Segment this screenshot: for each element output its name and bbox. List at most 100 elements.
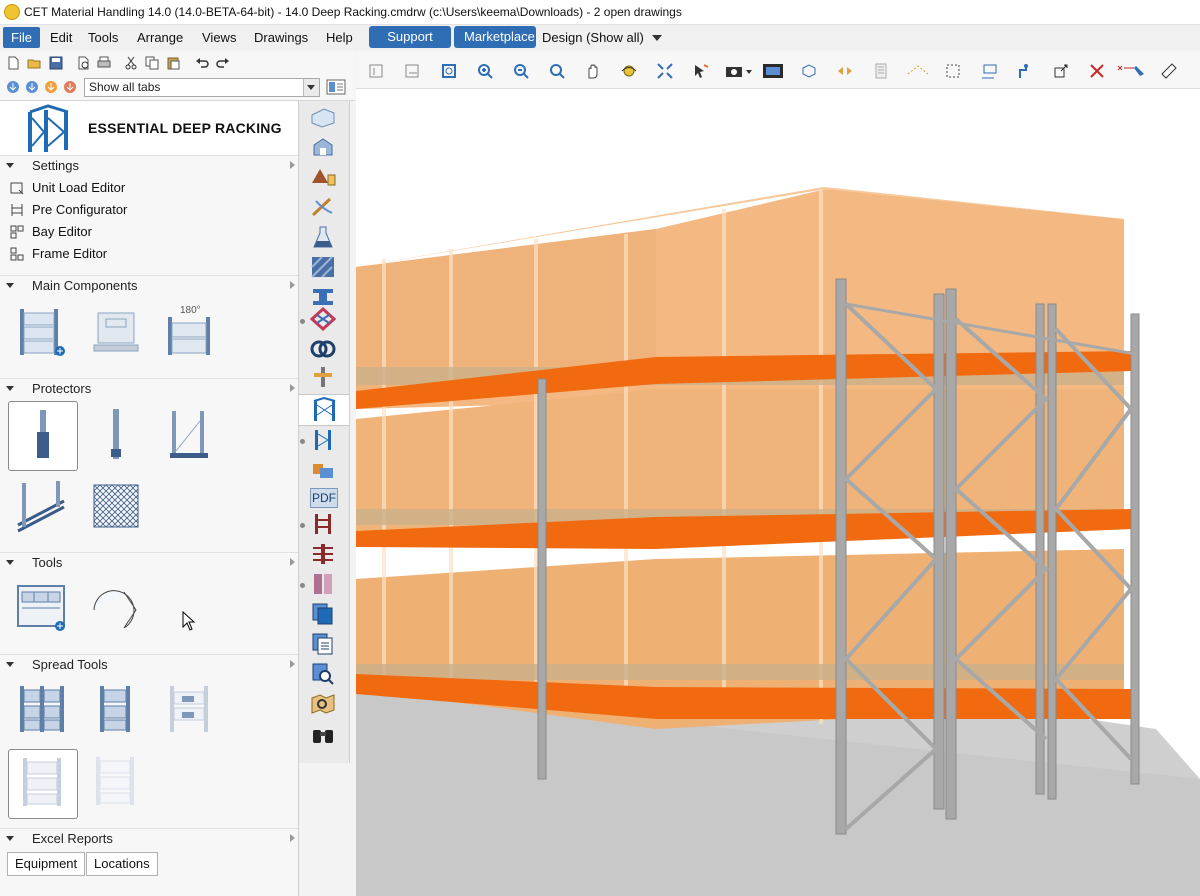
zoom-extents-icon[interactable] <box>440 62 458 80</box>
collapse-triangle-icon[interactable] <box>6 836 14 841</box>
tab-filter-dropdown-icon[interactable] <box>303 79 319 96</box>
menu-file[interactable]: File <box>3 27 40 48</box>
arrow-down-blue-icon-2[interactable] <box>25 80 39 94</box>
mirror-arrows-icon[interactable] <box>836 62 854 80</box>
layout-tool-icon[interactable] <box>10 576 78 644</box>
spread-tool-disabled-icon[interactable] <box>82 749 150 817</box>
menu-edit[interactable]: Edit <box>42 27 80 48</box>
section-protectors[interactable]: Protectors <box>0 378 298 399</box>
section-expand-arrow-icon[interactable] <box>290 281 295 289</box>
pallet-rack-icon[interactable] <box>310 512 336 536</box>
spread-tool-selected-tile[interactable] <box>8 749 78 819</box>
locations-report-button[interactable]: Locations <box>86 852 158 876</box>
warehouse-icon[interactable] <box>310 135 336 159</box>
lab-flask-icon[interactable] <box>310 225 336 249</box>
delete-x-icon[interactable] <box>1088 62 1106 80</box>
view-2-icon[interactable] <box>404 62 422 80</box>
shape-3d-icon[interactable] <box>800 62 818 80</box>
collapse-triangle-icon[interactable] <box>6 386 14 391</box>
menu-help[interactable]: Help <box>318 27 361 48</box>
new-file-icon[interactable] <box>6 56 20 70</box>
settings-item-unit-load-editor[interactable]: Unit Load Editor <box>0 177 298 199</box>
documents-stack-icon[interactable] <box>310 602 336 626</box>
save-icon[interactable] <box>49 56 63 70</box>
marketplace-button[interactable]: Marketplace <box>454 26 536 48</box>
rack-bay-add-tile-icon[interactable] <box>10 301 78 369</box>
settings-item-pre-configurator[interactable]: Pre Configurator <box>0 199 298 221</box>
fit-all-icon[interactable] <box>656 62 674 80</box>
section-tools[interactable]: Tools <box>0 552 298 573</box>
scale-tool-icon[interactable] <box>1052 62 1070 80</box>
open-folder-icon[interactable] <box>27 56 41 70</box>
collapse-triangle-icon[interactable] <box>6 560 14 565</box>
settings-item-frame-editor[interactable]: Frame Editor <box>0 243 298 265</box>
section-expand-arrow-icon[interactable] <box>290 834 295 842</box>
section-expand-arrow-icon[interactable] <box>290 384 295 392</box>
spread-tool-single-icon[interactable] <box>82 678 150 746</box>
document-search-icon[interactable] <box>310 662 336 686</box>
section-main-components[interactable]: Main Components <box>0 275 298 296</box>
section-excel-reports[interactable]: Excel Reports <box>0 828 298 849</box>
frame-catalog-icon[interactable] <box>310 428 336 452</box>
arrow-down-blue-icon[interactable] <box>6 80 20 94</box>
end-barrier-icon[interactable] <box>156 401 224 469</box>
print-preview-icon[interactable] <box>76 56 90 70</box>
3d-viewport[interactable] <box>356 89 1200 896</box>
elevation-marker-icon[interactable] <box>1016 62 1034 80</box>
orbit-icon[interactable] <box>620 62 638 80</box>
menu-tools[interactable]: Tools <box>80 27 126 48</box>
menu-views[interactable]: Views <box>194 27 244 48</box>
zoom-window-icon[interactable] <box>548 62 566 80</box>
floor-pattern-icon[interactable] <box>310 255 336 279</box>
shape-tool-icon[interactable] <box>82 576 150 644</box>
section-expand-arrow-icon[interactable] <box>290 660 295 668</box>
spread-tool-faded-icon[interactable] <box>156 678 224 746</box>
shelving-unit-icon[interactable] <box>310 572 336 596</box>
mesh-panel-icon[interactable] <box>82 473 150 541</box>
deep-racking-tab-active[interactable] <box>299 394 349 426</box>
ruler-icon[interactable] <box>1160 62 1178 80</box>
view-1-icon[interactable] <box>368 62 386 80</box>
connector-icon[interactable] <box>310 307 336 331</box>
cut-icon[interactable] <box>124 56 138 70</box>
equipment-report-button[interactable]: Equipment <box>7 852 86 876</box>
collapse-triangle-icon[interactable] <box>6 163 14 168</box>
section-spread-tools[interactable]: Spread Tools <box>0 654 298 675</box>
link-rings-icon[interactable] <box>310 337 336 361</box>
camera-dropdown-icon[interactable] <box>724 62 754 80</box>
arrow-down-orange-icon[interactable] <box>44 80 58 94</box>
map-search-icon[interactable] <box>310 692 336 716</box>
support-button[interactable]: Support <box>369 26 451 48</box>
pan-hand-icon[interactable] <box>584 62 602 80</box>
settings-item-bay-editor[interactable]: Bay Editor <box>0 221 298 243</box>
design-mode-selector[interactable]: Design (Show all) <box>542 30 644 45</box>
panel-layout-icon[interactable] <box>326 79 346 95</box>
paste-icon[interactable] <box>166 56 180 70</box>
align-panel-icon[interactable] <box>872 62 890 80</box>
building-panel-icon[interactable] <box>310 105 336 129</box>
post-stand-icon[interactable] <box>310 365 336 389</box>
measure-tool-icon[interactable] <box>310 195 336 219</box>
protector-tile-selected[interactable] <box>8 401 78 471</box>
section-expand-arrow-icon[interactable] <box>290 161 295 169</box>
unit-load-tile-icon[interactable] <box>84 301 152 369</box>
select-pointer-icon[interactable] <box>692 62 710 80</box>
print-icon[interactable] <box>97 56 111 70</box>
arrow-down-red-icon[interactable] <box>63 80 77 94</box>
rotate-180-tile-icon[interactable]: 180° <box>158 301 226 369</box>
annotation-icon[interactable] <box>980 62 998 80</box>
report-document-icon[interactable] <box>310 632 336 656</box>
rail-protector-icon[interactable] <box>8 473 76 541</box>
section-expand-arrow-icon[interactable] <box>290 558 295 566</box>
pdf-export-icon[interactable]: PDF <box>310 488 338 508</box>
zoom-out-icon[interactable] <box>512 62 530 80</box>
collapse-triangle-icon[interactable] <box>6 662 14 667</box>
collapse-triangle-icon[interactable] <box>6 283 14 288</box>
beam-profile-icon[interactable] <box>310 285 336 309</box>
menu-arrange[interactable]: Arrange <box>129 27 191 48</box>
dimension-tool-icon[interactable] <box>906 62 930 80</box>
binoculars-icon[interactable] <box>310 722 336 746</box>
design-dropdown-caret-icon[interactable] <box>652 35 662 41</box>
selection-box-icon[interactable] <box>944 62 962 80</box>
menu-drawings[interactable]: Drawings <box>246 27 316 48</box>
